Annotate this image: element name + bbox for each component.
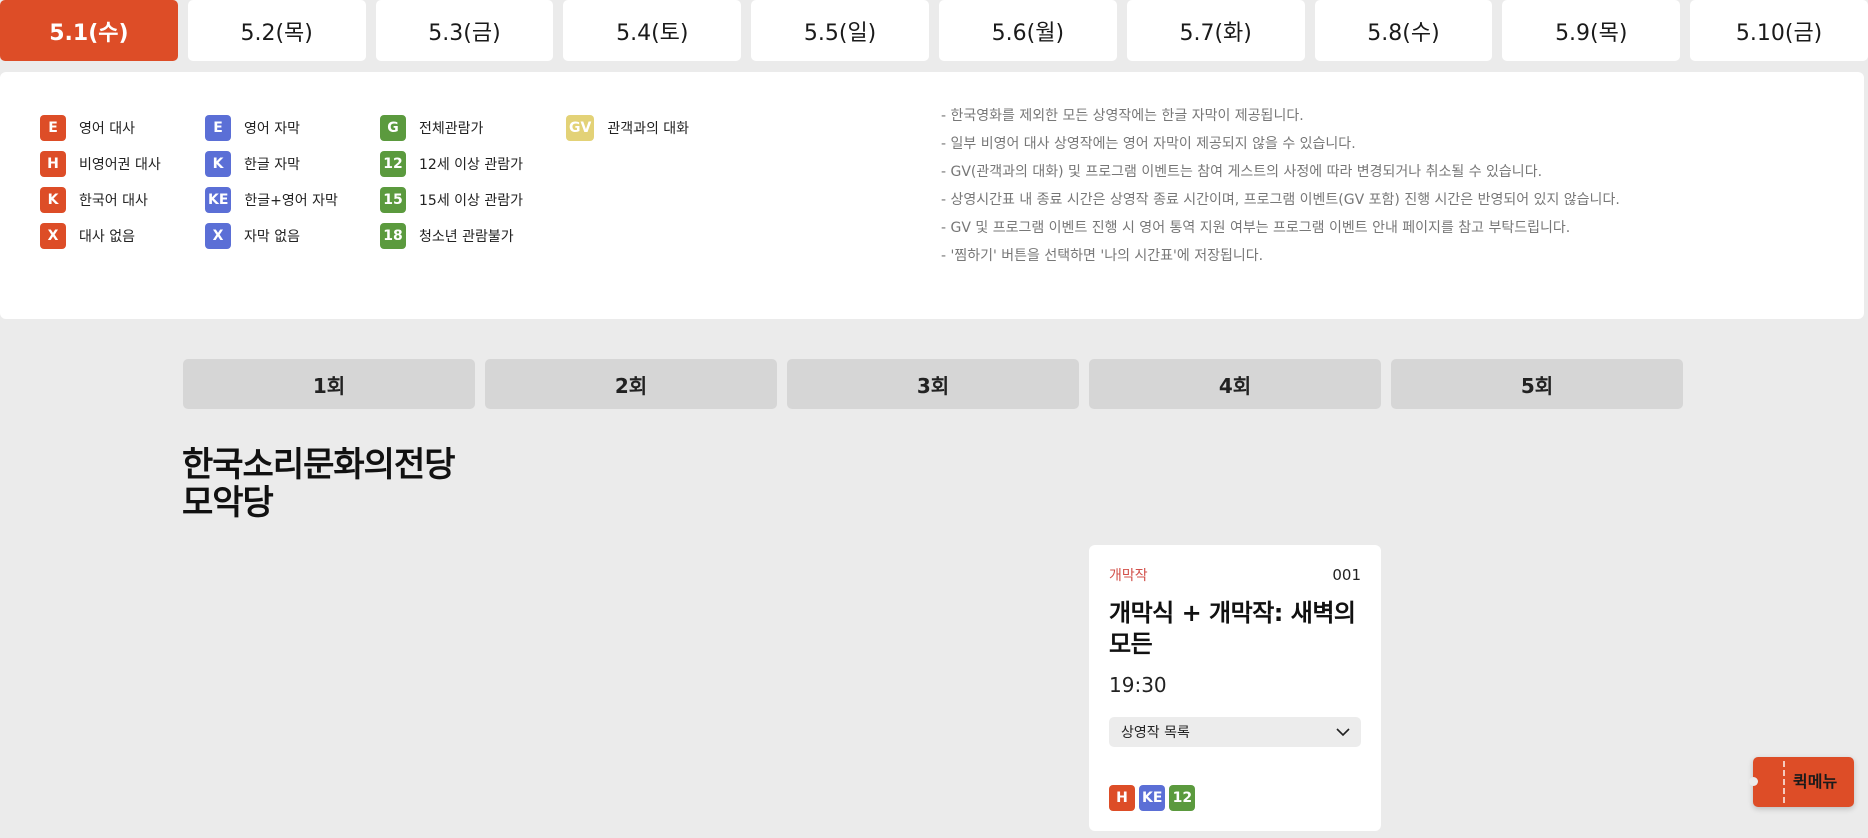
legend-subtitles: E 영어 자막 K 한글 자막 KE 한글+영어 자막 X 자막 없음 [205, 110, 338, 254]
legend-item: 18 청소년 관람불가 [380, 218, 523, 254]
subtitle-badge: KE [205, 187, 232, 213]
legend-item: X 자막 없음 [205, 218, 338, 254]
legend-label: 한국어 대사 [79, 193, 148, 209]
date-tab-5-5[interactable]: 5.5(일) [751, 0, 929, 61]
date-tab-5-10[interactable]: 5.10(금) [1690, 0, 1868, 61]
legend-ratings: G 전체관람가 12 12세 이상 관람가 15 15세 이상 관람가 18 청… [380, 110, 523, 254]
screening-badges: H KE 12 [1109, 785, 1196, 811]
venue-title: 한국소리문화의전당 모악당 [182, 445, 456, 523]
date-tab-5-2[interactable]: 5.2(목) [187, 0, 366, 61]
notice-list: - 한국영화를 제외한 모든 상영작에는 한글 자막이 제공됩니다. - 일부 … [941, 102, 1620, 270]
legend-panel: E 영어 대사 H 비영어권 대사 K 한국어 대사 X 대사 없음 E 영어 … [0, 72, 1864, 319]
quick-menu-label: 퀵메뉴 [1793, 772, 1838, 791]
session-tab-3[interactable]: 3회 [787, 359, 1079, 409]
legend-label: 전체관람가 [419, 121, 484, 137]
date-tab-5-3[interactable]: 5.3(금) [375, 0, 554, 61]
dialogue-badge: H [1109, 785, 1135, 811]
venue-hall: 모악당 [182, 483, 274, 523]
session-tabs: 1회 2회 3회 4회 5회 [183, 359, 1683, 409]
legend-item: E 영어 자막 [205, 110, 338, 146]
ticket-notch-icon [1749, 777, 1758, 786]
notice-item: - GV(관객과의 대화) 및 프로그램 이벤트는 참여 게스트의 사정에 따라… [941, 164, 1543, 180]
legend-label: 15세 이상 관람가 [419, 193, 523, 209]
legend-label: 영어 대사 [79, 121, 135, 137]
card-header: 개막작 001 [1109, 565, 1361, 585]
rating-badge: 15 [380, 187, 406, 213]
session-tab-5[interactable]: 5회 [1391, 359, 1683, 409]
screening-title-line: 개막식 + 개막작: 새벽의 [1109, 599, 1356, 627]
legend-label: 한글 자막 [244, 157, 300, 173]
legend-item: G 전체관람가 [380, 110, 523, 146]
legend-item: X 대사 없음 [40, 218, 161, 254]
rating-badge: G [380, 115, 406, 141]
date-tab-5-7[interactable]: 5.7(화) [1126, 0, 1305, 61]
screening-title-line: 모든 [1109, 630, 1153, 658]
screening-category: 개막작 [1109, 568, 1148, 584]
notice-item: - 한국영화를 제외한 모든 상영작에는 한글 자막이 제공됩니다. [941, 108, 1304, 124]
legend-item: 15 15세 이상 관람가 [380, 182, 523, 218]
rating-badge: 18 [380, 223, 406, 249]
date-tab-5-4[interactable]: 5.4(토) [563, 0, 742, 61]
notice-item: - '찜하기' 버튼을 선택하면 '나의 시간표'에 저장됩니다. [941, 248, 1264, 264]
legend-label: 비영어권 대사 [79, 157, 161, 173]
legend-label: 청소년 관람불가 [419, 229, 514, 245]
film-list-label: 상영작 목록 [1121, 725, 1190, 741]
legend-item: H 비영어권 대사 [40, 146, 161, 182]
quick-menu-button[interactable]: 퀵메뉴 [1749, 757, 1854, 807]
subtitle-badge: E [205, 115, 231, 141]
session-tab-2[interactable]: 2회 [485, 359, 777, 409]
legend-events: GV 관객과의 대화 [566, 110, 689, 146]
notice-item: - GV 및 프로그램 이벤트 진행 시 영어 통역 지원 여부는 프로그램 이… [941, 220, 1571, 236]
rating-badge: 12 [1169, 785, 1196, 811]
gv-badge: GV [566, 115, 595, 141]
legend-item: K 한국어 대사 [40, 182, 161, 218]
notice-item: - 일부 비영어 대사 상영작에는 영어 자막이 제공되지 않을 수 있습니다. [941, 136, 1356, 152]
legend-dialogue: E 영어 대사 H 비영어권 대사 K 한국어 대사 X 대사 없음 [40, 110, 161, 254]
chevron-down-icon [1335, 724, 1351, 740]
screening-title: 개막식 + 개막작: 새벽의 모든 [1109, 598, 1361, 660]
dialogue-badge: E [40, 115, 66, 141]
legend-item: GV 관객과의 대화 [566, 110, 689, 146]
session-tab-4[interactable]: 4회 [1089, 359, 1381, 409]
ticket-perforation [1783, 761, 1785, 803]
subtitle-badge: X [205, 223, 231, 249]
legend-item: 12 12세 이상 관람가 [380, 146, 523, 182]
date-tab-5-1[interactable]: 5.1(수) [0, 0, 178, 61]
film-list-dropdown[interactable]: 상영작 목록 [1109, 717, 1361, 747]
legend-label: 한글+영어 자막 [244, 193, 338, 209]
date-tab-5-6[interactable]: 5.6(월) [938, 0, 1117, 61]
dialogue-badge: X [40, 223, 66, 249]
legend-label: 관객과의 대화 [607, 121, 690, 137]
legend-item: K 한글 자막 [205, 146, 338, 182]
date-tab-5-9[interactable]: 5.9(목) [1502, 0, 1681, 61]
rating-badge: 12 [380, 151, 406, 177]
screening-time: 19:30 [1109, 673, 1167, 697]
notice-item: - 상영시간표 내 종료 시간은 상영작 종료 시간이며, 프로그램 이벤트(G… [941, 192, 1620, 208]
legend-label: 영어 자막 [244, 121, 300, 137]
dialogue-badge: H [40, 151, 66, 177]
date-tabs: 5.1(수) 5.2(목) 5.3(금) 5.4(토) 5.5(일) 5.6(월… [0, 0, 1868, 61]
legend-item: E 영어 대사 [40, 110, 161, 146]
venue-name: 한국소리문화의전당 [182, 445, 456, 485]
subtitle-badge: K [205, 151, 231, 177]
legend-label: 대사 없음 [79, 229, 135, 245]
session-tab-1[interactable]: 1회 [183, 359, 475, 409]
legend-label: 12세 이상 관람가 [419, 157, 523, 173]
legend-label: 자막 없음 [244, 229, 300, 245]
subtitle-badge: KE [1139, 785, 1166, 811]
legend-item: KE 한글+영어 자막 [205, 182, 338, 218]
dialogue-badge: K [40, 187, 66, 213]
screening-card[interactable]: 개막작 001 개막식 + 개막작: 새벽의 모든 19:30 상영작 목록 H… [1089, 545, 1381, 831]
screening-code: 001 [1332, 566, 1361, 584]
date-tab-5-8[interactable]: 5.8(수) [1314, 0, 1493, 61]
